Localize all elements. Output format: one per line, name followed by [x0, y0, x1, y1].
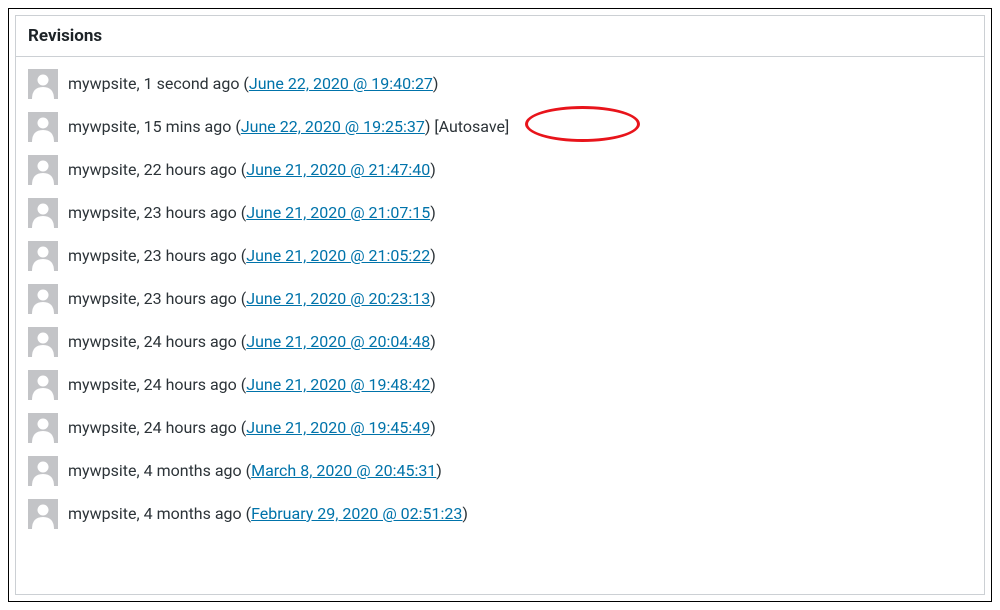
revision-author: mywpsite: [68, 246, 136, 265]
revision-text: mywpsite, 4 months ago (March 8, 2020 @ …: [68, 459, 442, 483]
revision-datetime-link[interactable]: June 21, 2020 @ 21:05:22: [246, 246, 430, 265]
avatar-icon: [28, 327, 58, 357]
revision-item: mywpsite, 23 hours ago (June 21, 2020 @ …: [28, 284, 972, 314]
avatar-icon: [28, 499, 58, 529]
outer-frame: Revisions mywpsite, 1 second ago (June 2…: [8, 8, 992, 602]
revision-datetime-link[interactable]: June 21, 2020 @ 20:04:48: [246, 332, 430, 351]
revision-datetime-link[interactable]: June 21, 2020 @ 20:23:13: [246, 289, 430, 308]
highlight-ellipse: [525, 106, 640, 142]
revisions-list: mywpsite, 1 second ago (June 22, 2020 @ …: [16, 57, 984, 529]
revision-text: mywpsite, 23 hours ago (June 21, 2020 @ …: [68, 287, 436, 311]
revision-author: mywpsite: [68, 203, 136, 222]
revision-author: mywpsite: [68, 74, 136, 93]
revision-item: mywpsite, 1 second ago (June 22, 2020 @ …: [28, 69, 972, 99]
avatar-icon: [28, 112, 58, 142]
avatar-icon: [28, 241, 58, 271]
revision-item: mywpsite, 24 hours ago (June 21, 2020 @ …: [28, 327, 972, 357]
revision-author: mywpsite: [68, 504, 136, 523]
avatar-icon: [28, 370, 58, 400]
revision-text: mywpsite, 24 hours ago (June 21, 2020 @ …: [68, 416, 436, 440]
revision-text: mywpsite, 4 months ago (February 29, 202…: [68, 502, 468, 526]
revision-datetime-link[interactable]: June 21, 2020 @ 19:48:42: [246, 375, 430, 394]
avatar-icon: [28, 284, 58, 314]
revisions-panel: Revisions mywpsite, 1 second ago (June 2…: [15, 15, 985, 595]
revision-author: mywpsite: [68, 418, 136, 437]
revision-datetime-link[interactable]: March 8, 2020 @ 20:45:31: [251, 461, 436, 480]
revision-suffix: [Autosave]: [430, 117, 509, 136]
revision-datetime-link[interactable]: June 22, 2020 @ 19:25:37: [241, 117, 425, 136]
revision-text: mywpsite, 24 hours ago (June 21, 2020 @ …: [68, 330, 436, 354]
revision-item: mywpsite, 23 hours ago (June 21, 2020 @ …: [28, 241, 972, 271]
revision-item: mywpsite, 23 hours ago (June 21, 2020 @ …: [28, 198, 972, 228]
revision-datetime-link[interactable]: February 29, 2020 @ 02:51:23: [251, 504, 462, 523]
revision-text: mywpsite, 23 hours ago (June 21, 2020 @ …: [68, 201, 436, 225]
revision-item: mywpsite, 4 months ago (March 8, 2020 @ …: [28, 456, 972, 486]
revision-item: mywpsite, 24 hours ago (June 21, 2020 @ …: [28, 413, 972, 443]
revision-ago: 24 hours ago: [144, 418, 237, 437]
avatar-icon: [28, 155, 58, 185]
revision-author: mywpsite: [68, 160, 136, 179]
revision-ago: 4 months ago: [144, 504, 242, 523]
revision-item: mywpsite, 22 hours ago (June 21, 2020 @ …: [28, 155, 972, 185]
revision-ago: 24 hours ago: [144, 375, 237, 394]
revision-datetime-link[interactable]: June 21, 2020 @ 21:07:15: [246, 203, 430, 222]
avatar-icon: [28, 413, 58, 443]
revision-datetime-link[interactable]: June 22, 2020 @ 19:40:27: [249, 74, 433, 93]
revision-ago: 4 months ago: [144, 461, 242, 480]
revision-item: mywpsite, 4 months ago (February 29, 202…: [28, 499, 972, 529]
revision-author: mywpsite: [68, 332, 136, 351]
revision-item: mywpsite, 24 hours ago (June 21, 2020 @ …: [28, 370, 972, 400]
revision-text: mywpsite, 24 hours ago (June 21, 2020 @ …: [68, 373, 436, 397]
revision-author: mywpsite: [68, 375, 136, 394]
revision-author: mywpsite: [68, 461, 136, 480]
revision-datetime-link[interactable]: June 21, 2020 @ 21:47:40: [246, 160, 430, 179]
revision-ago: 15 mins ago: [144, 117, 232, 136]
avatar-icon: [28, 69, 58, 99]
revision-text: mywpsite, 1 second ago (June 22, 2020 @ …: [68, 72, 439, 96]
revision-datetime-link[interactable]: June 21, 2020 @ 19:45:49: [246, 418, 430, 437]
panel-title: Revisions: [16, 16, 984, 57]
revision-author: mywpsite: [68, 289, 136, 308]
revision-ago: 23 hours ago: [144, 246, 237, 265]
revision-text: mywpsite, 23 hours ago (June 21, 2020 @ …: [68, 244, 436, 268]
revision-ago: 1 second ago: [144, 74, 240, 93]
revision-ago: 24 hours ago: [144, 332, 237, 351]
revision-author: mywpsite: [68, 117, 136, 136]
revision-text: mywpsite, 22 hours ago (June 21, 2020 @ …: [68, 158, 436, 182]
avatar-icon: [28, 198, 58, 228]
revision-item: mywpsite, 15 mins ago (June 22, 2020 @ 1…: [28, 112, 972, 142]
revision-ago: 23 hours ago: [144, 203, 237, 222]
revision-ago: 22 hours ago: [144, 160, 237, 179]
revision-ago: 23 hours ago: [144, 289, 237, 308]
revision-text: mywpsite, 15 mins ago (June 22, 2020 @ 1…: [68, 115, 509, 139]
avatar-icon: [28, 456, 58, 486]
